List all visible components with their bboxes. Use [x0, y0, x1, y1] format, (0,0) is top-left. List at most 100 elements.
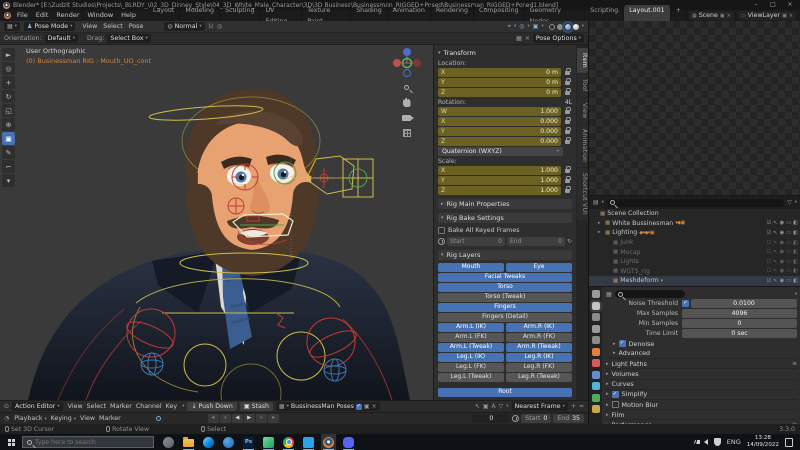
proportional-cursor-icon[interactable]: ↖ [475, 403, 480, 410]
properties-search[interactable] [615, 290, 685, 298]
setting-value-field[interactable]: 0 [682, 319, 797, 328]
rig-layer-button[interactable]: Root [438, 388, 572, 397]
rig-layer-button[interactable]: Leg.L (FK) [438, 363, 504, 372]
fcurve-icon[interactable]: ≈ [579, 403, 584, 410]
rig-layer-button[interactable]: Eye [506, 263, 572, 272]
outliner-search[interactable] [607, 199, 784, 207]
value-field[interactable]: X 0 m [438, 68, 561, 77]
rig-layer-button[interactable]: Leg.R (IK) [506, 353, 572, 362]
properties-tab-icon[interactable] [592, 336, 600, 344]
selectable-icon[interactable]: ↖ [773, 249, 777, 255]
properties-panel-header[interactable]: ▸ ✓ Curves ≡ [606, 379, 797, 389]
menu-item[interactable]: File [13, 10, 32, 21]
rendered-shading-icon[interactable] [573, 24, 579, 30]
playback-button[interactable]: « [208, 414, 219, 423]
taskbar-app-icon[interactable] [161, 434, 176, 450]
outliner-row[interactable]: ▦ WGTS_rig ☑ ☐ ↖ ◉ ▭ ◧ [589, 267, 800, 277]
outliner-row[interactable]: ▦ Meshdeform ▾ ☑ ☐ ↖ ◉ ▭ ◧ [589, 276, 800, 286]
playback-button[interactable]: » [268, 414, 279, 423]
copy-icon[interactable]: ▣ [483, 403, 489, 410]
eye-icon[interactable]: ◉ [780, 240, 785, 246]
gizmo-toggle-icon[interactable]: ⌖ [508, 23, 511, 31]
plus-icon[interactable]: + [571, 403, 576, 410]
viewlayer-selector[interactable]: ▭ ViewLayer ▣ × [738, 11, 796, 20]
wireframe-shading-icon[interactable] [549, 24, 555, 30]
rotation-mode-dropdown[interactable]: Quaternion (WXYZ) ▾ [438, 147, 563, 156]
render-visibility-icon[interactable]: ◧ [793, 278, 798, 284]
value-field[interactable]: Z 1.000 [438, 186, 561, 195]
properties-tab-icon[interactable] [592, 359, 600, 367]
outliner-row[interactable]: ▦ Mocap ☑ ☐ ↖ ◉ ▭ ◧ [589, 247, 800, 257]
editor-mode-dropdown[interactable]: Action Editor ▾ [12, 402, 63, 411]
selectable-icon[interactable]: ↖ [773, 220, 777, 226]
properties-tab-icon[interactable] [592, 325, 600, 333]
rig-layer-button[interactable]: Leg.L (Tweak) [438, 373, 504, 382]
playback-button[interactable]: ‹ [220, 414, 231, 423]
filter-icon[interactable]: ▽ [499, 403, 504, 410]
value-field[interactable]: X 1.000 [438, 166, 561, 175]
viewport-visibility-icon[interactable]: ▭ [786, 220, 791, 226]
properties-tab-icon[interactable] [592, 405, 600, 413]
viewport-menu-item[interactable]: View [79, 23, 100, 30]
viewport-visibility-icon[interactable]: ▭ [786, 278, 791, 284]
sidebar-tab[interactable]: Animation [577, 124, 588, 167]
rig-layer-button[interactable]: Arm.R (IK) [506, 323, 572, 332]
render-visibility-icon[interactable]: ◧ [793, 230, 798, 236]
taskbar-app-icon[interactable] [261, 434, 276, 450]
taskbar-app-icon[interactable] [321, 434, 336, 450]
selectable-icon[interactable]: ↖ [773, 278, 777, 284]
fake-user-toggle[interactable]: ✓ [356, 404, 362, 410]
rig-layer-button[interactable]: Arm.L (Tweak) [438, 343, 504, 352]
properties-panel-header[interactable]: ▸ ✓ Volumes ≡ [606, 368, 797, 378]
tool-button[interactable]: ▣ [2, 132, 15, 145]
properties-panel-header[interactable]: ▸ ✓ Advanced ≡ [613, 349, 797, 359]
rig-layer-button[interactable]: Leg.R (FK) [506, 363, 572, 372]
taskbar-app-icon[interactable] [341, 434, 356, 450]
panel-checkbox[interactable]: ✓ [612, 391, 619, 398]
new-viewlayer-icon[interactable]: ▣ [782, 13, 787, 19]
tool-button[interactable]: ◱ [2, 104, 15, 117]
timeline-menu-item[interactable]: Marker [97, 415, 123, 422]
outliner-row[interactable]: ▦ Lights ☑ ☐ ↖ ◉ ▭ ◧ [589, 257, 800, 267]
timeline-menu-item[interactable]: View [78, 415, 97, 422]
viewport-menu-item[interactable]: Pose [126, 23, 147, 30]
taskbar-app-icon[interactable] [281, 434, 296, 450]
tool-button[interactable]: ⌐ [2, 160, 15, 173]
properties-panel-header[interactable]: ▸ ✓ Light Paths ≡ [606, 358, 797, 368]
transform-orientation-selector[interactable]: ◍ Normal ▾ [164, 22, 204, 31]
propagate-icon[interactable]: A [492, 403, 496, 410]
rig-layer-button[interactable]: Torso [438, 283, 572, 292]
selectable-icon[interactable]: ↖ [773, 259, 777, 265]
outliner-row[interactable]: ▦ Junk ☑ ☐ ↖ ◉ ▭ ◧ [589, 238, 800, 248]
maximize-button[interactable]: □ [766, 0, 780, 10]
action-menu-item[interactable]: Key [164, 403, 179, 410]
rig-main-properties-panel[interactable]: ▸ Rig Main Properties [438, 199, 572, 209]
checkbox-icon[interactable]: ☑ [767, 230, 772, 236]
lock-icon[interactable] [563, 91, 572, 95]
snap-magnet-icon[interactable]: U [209, 23, 213, 30]
checkbox-icon[interactable]: ☐ [767, 240, 772, 246]
lock-icon[interactable] [563, 189, 572, 193]
navigation-gizmo[interactable] [391, 46, 423, 80]
rig-layers-panel[interactable]: ▾ Rig Layers [438, 250, 572, 260]
value-field[interactable]: Y 0.000 [438, 127, 561, 136]
minimize-button[interactable]: – [749, 0, 763, 10]
value-field[interactable]: Y 1.000 [438, 176, 561, 185]
action-menu-item[interactable]: Select [85, 403, 108, 410]
drag-dropdown[interactable]: Select Box ▾ [107, 34, 150, 43]
delete-viewlayer-icon[interactable]: × [789, 13, 793, 19]
solid-shading-icon[interactable] [557, 24, 563, 30]
timeline-menu-item[interactable]: Playback [12, 415, 48, 422]
rig-layer-button[interactable]: Leg.L (IK) [438, 353, 504, 362]
action-menu-item[interactable]: Marker [108, 403, 134, 410]
rig-layer-button[interactable]: Arm.R (Tweak) [506, 343, 572, 352]
panel-checkbox[interactable]: ✓ [619, 340, 626, 347]
tool-button[interactable]: ↻ [2, 90, 15, 103]
snap-mode-dropdown[interactable]: Nearest Frame ▾ [512, 402, 568, 411]
value-field[interactable]: Y 0 m [438, 78, 561, 87]
render-visibility-icon[interactable]: ◧ [793, 249, 798, 255]
material-preview-icon[interactable] [565, 24, 571, 30]
refresh-icon[interactable]: ↻ [567, 238, 572, 245]
viewport-3d[interactable]: ►◎+↻◱⊕▣✎⌐▾ User Orthographic (0) Busines… [0, 45, 588, 400]
rig-layer-button[interactable]: Mouth [438, 263, 504, 272]
